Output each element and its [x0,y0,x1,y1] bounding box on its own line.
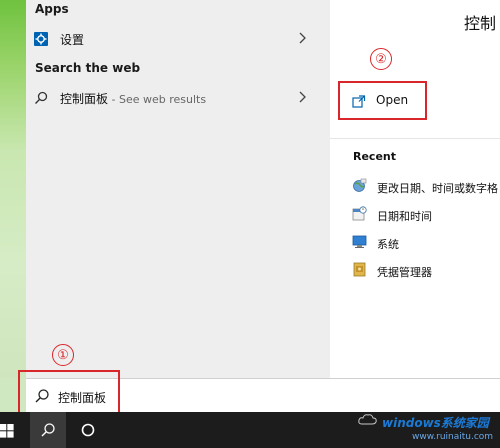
recent-label: 凭据管理器 [377,266,432,279]
divider [330,138,500,139]
task-view-button[interactable] [70,412,106,448]
watermark-url: www.ruinaitu.com [412,432,494,442]
chevron-right-icon[interactable] [298,30,308,46]
result-detail-pane: 控制 Open Recent 更改日期、时间或数字格 日期和时间 系统 凭据管理… [330,0,500,378]
taskbar-search-button[interactable] [30,412,66,448]
watermark-brand: windows系统家园 [382,416,489,430]
windows-logo-icon [0,423,14,442]
chevron-right-icon[interactable] [298,89,308,105]
result-label: 控制面板 - See web results [60,90,206,107]
web-query-text: 控制面板 [60,91,109,106]
watermark-cloud-icon [358,414,377,425]
search-results-pane: Apps 设置 Search the web 控制面板 - See web re… [26,0,330,378]
detail-title: 控制 [463,14,496,33]
monitor-icon [352,234,367,249]
settings-gear-icon [34,31,48,46]
result-item-web-search[interactable]: 控制面板 - See web results [26,84,330,112]
desktop-wallpaper [0,0,26,378]
result-label: 设置 [60,32,85,47]
cortana-circle-icon [80,422,96,442]
highlight-open-box [338,81,427,120]
recent-heading: Recent [353,150,397,163]
recent-item[interactable]: 更改日期、时间或数字格 [352,175,500,199]
step-1-marker: ① [52,344,74,366]
web-heading: Search the web [35,61,141,75]
recent-item[interactable]: 日期和时间 [352,203,500,227]
step-2-marker: ② [370,48,392,70]
recent-label: 日期和时间 [377,210,432,223]
region-globe-icon [352,178,367,193]
recent-item[interactable]: 凭据管理器 [352,259,500,283]
credential-manager-icon [352,262,367,277]
search-icon [40,422,56,442]
recent-item[interactable]: 系统 [352,231,500,255]
result-item-settings[interactable]: 设置 [26,25,330,53]
apps-heading: Apps [35,2,69,16]
search-icon [34,90,48,104]
recent-label: 系统 [377,238,399,251]
recent-label: 更改日期、时间或数字格 [377,182,498,195]
date-time-icon [352,206,367,221]
start-button[interactable] [0,412,30,448]
web-sub-text: - See web results [108,92,207,106]
watermark-logo: windows系统家园 www.ruinaitu.com [358,410,500,448]
